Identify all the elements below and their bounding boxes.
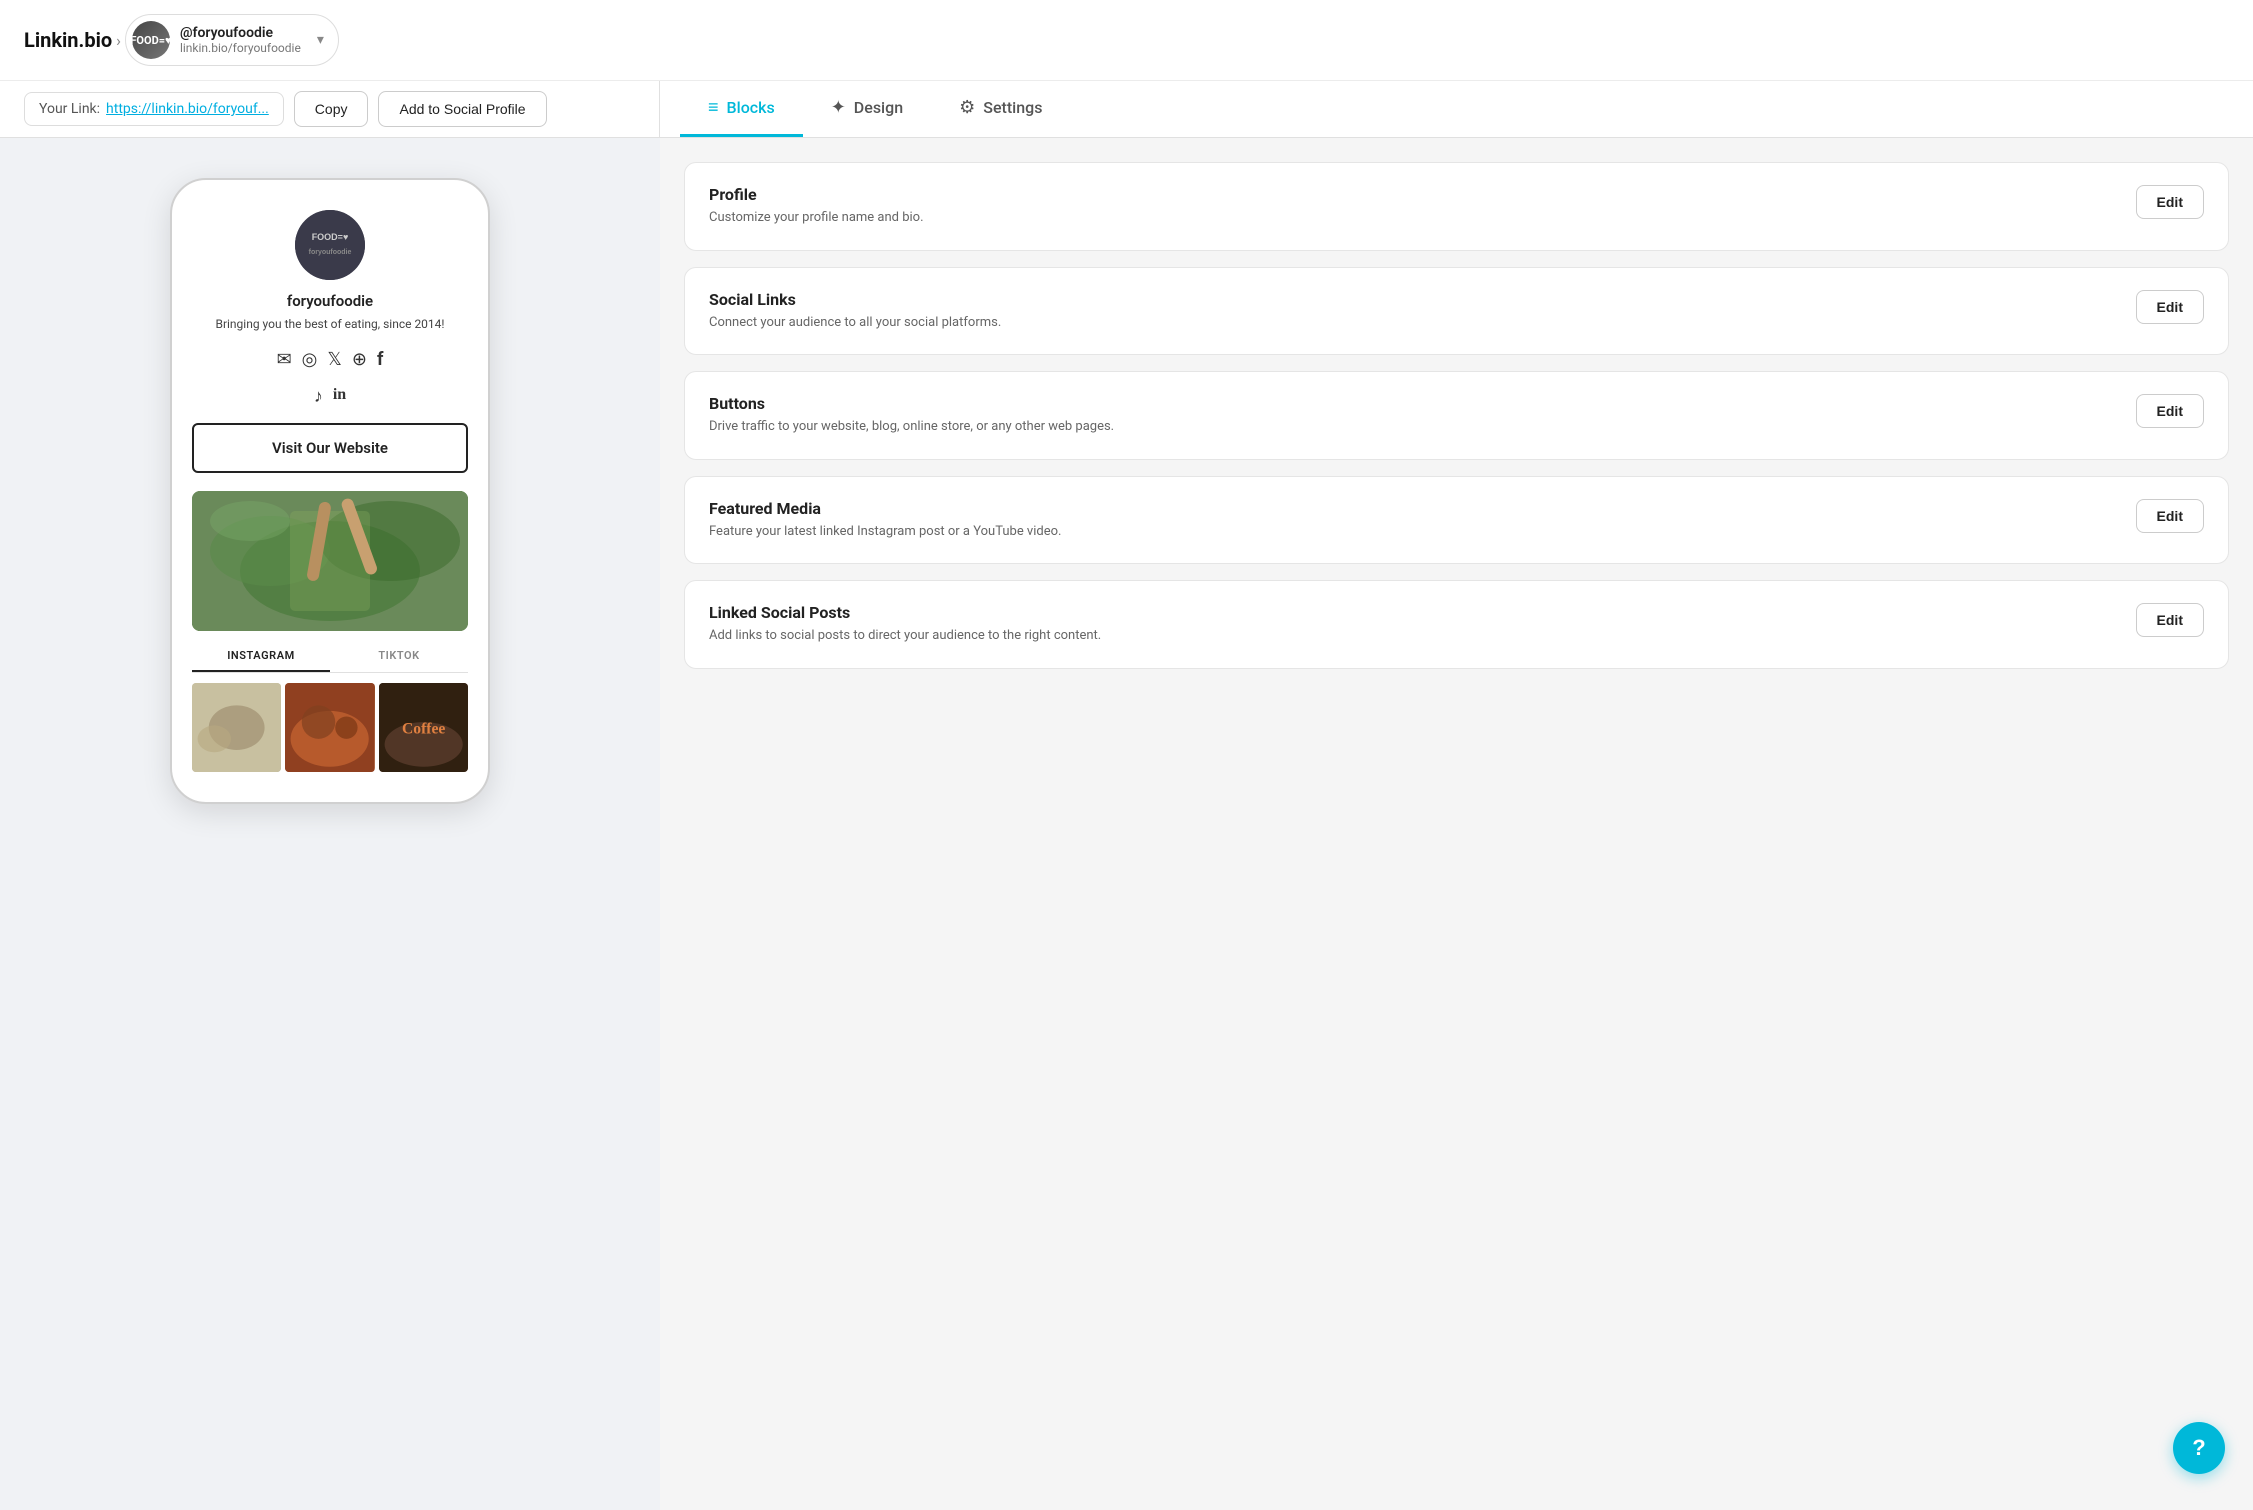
block-desc-profile: Customize your profile name and bio. [709,208,2116,228]
edit-button-profile[interactable]: Edit [2136,185,2204,219]
settings-icon: ⚙ [959,97,975,118]
link-url[interactable]: https://linkin.bio/foryouf... [106,101,269,117]
instagram-social-icon[interactable]: ◎ [302,349,318,370]
phone-featured-image [192,491,468,631]
add-to-social-button[interactable]: Add to Social Profile [378,91,546,127]
account-url: linkin.bio/foryoufoodie [180,41,301,55]
block-info-buttons: Buttons Drive traffic to your website, b… [709,394,2116,437]
pinterest-social-icon[interactable]: ⊕ [352,349,367,370]
tab-settings[interactable]: ⚙ Settings [931,81,1070,137]
account-info: @foryoufoodie linkin.bio/foryoufoodie [180,25,301,55]
phone-username: foryoufoodie [192,292,468,310]
block-info-featured-media: Featured Media Feature your latest linke… [709,499,2116,542]
phone-image-grid: Coffee [192,683,468,772]
dropdown-icon: ▾ [317,32,324,48]
account-switcher[interactable]: FOOD=♥ @foryoufoodie linkin.bio/foryoufo… [125,14,339,66]
linkedin-social-icon[interactable]: in [333,386,346,407]
main-layout: FOOD=♥ foryoufoodie foryoufoodie Bringin… [0,138,2253,1510]
block-card-social-links: Social Links Connect your audience to al… [684,267,2229,356]
block-title-linked-social-posts: Linked Social Posts [709,603,2116,622]
block-title-profile: Profile [709,185,2116,204]
top-nav: Linkin.bio › FOOD=♥ @foryoufoodie linkin… [0,0,2253,81]
grid-item-3: Coffee [379,683,468,772]
profile-avatar: FOOD=♥ foryoufoodie [295,210,365,280]
social-icons-row-2: ♪ in [192,386,468,407]
tab-settings-label: Settings [983,98,1042,117]
block-desc-buttons: Drive traffic to your website, blog, onl… [709,417,2116,437]
avatar: FOOD=♥ [132,21,170,59]
blocks-icon: ≡ [708,97,719,118]
phone-mockup: FOOD=♥ foryoufoodie foryoufoodie Bringin… [170,178,490,804]
link-section: Your Link: https://linkin.bio/foryouf...… [0,81,660,137]
tabs-section: ≡ Blocks ✦ Design ⚙ Settings [660,81,2253,137]
link-display: Your Link: https://linkin.bio/foryouf... [24,92,284,126]
block-card-linked-social-posts: Linked Social Posts Add links to social … [684,580,2229,669]
phone-content-tabs: INSTAGRAM TIKTOK [192,641,468,673]
phone-preview-panel: FOOD=♥ foryoufoodie foryoufoodie Bringin… [0,138,660,1510]
edit-button-featured-media[interactable]: Edit [2136,499,2204,533]
block-info-social-links: Social Links Connect your audience to al… [709,290,2116,333]
block-title-buttons: Buttons [709,394,2116,413]
copy-button[interactable]: Copy [294,91,369,127]
svg-text:foryoufoodie: foryoufoodie [309,249,352,256]
email-social-icon[interactable]: ✉ [277,349,292,370]
block-title-social-links: Social Links [709,290,2116,309]
tab-blocks-label: Blocks [727,98,775,117]
account-handle: @foryoufoodie [180,25,301,41]
grid-item-2 [285,683,374,772]
avatar-label: FOOD=♥ [132,21,170,59]
brand-logo: Linkin.bio [24,28,112,52]
edit-button-buttons[interactable]: Edit [2136,394,2204,428]
block-card-featured-media: Featured Media Feature your latest linke… [684,476,2229,565]
tab-design-label: Design [854,98,903,117]
block-card-profile: Profile Customize your profile name and … [684,162,2229,251]
help-button[interactable]: ? [2173,1422,2225,1474]
design-icon: ✦ [831,97,846,118]
block-info-linked-social-posts: Linked Social Posts Add links to social … [709,603,2116,646]
tiktok-social-icon[interactable]: ♪ [314,386,323,407]
social-icons-row: ✉ ◎ 𝕏 ⊕ f [192,349,468,370]
edit-button-social-links[interactable]: Edit [2136,290,2204,324]
phone-bio: Bringing you the best of eating, since 2… [192,316,468,333]
phone-tab-instagram[interactable]: INSTAGRAM [192,641,330,672]
phone-cta-button[interactable]: Visit Our Website [192,423,468,473]
twitter-social-icon[interactable]: 𝕏 [327,349,342,370]
tab-blocks[interactable]: ≡ Blocks [680,81,803,137]
block-desc-featured-media: Feature your latest linked Instagram pos… [709,522,2116,542]
link-label: Your Link: [39,101,100,117]
link-and-tabs-bar: Your Link: https://linkin.bio/foryouf...… [0,81,2253,138]
nav-chevron-icon: › [116,31,121,50]
svg-text:FOOD=♥: FOOD=♥ [312,232,349,242]
phone-tab-tiktok[interactable]: TIKTOK [330,641,468,672]
svg-text:Coffee: Coffee [402,720,445,737]
facebook-social-icon[interactable]: f [377,349,383,370]
block-desc-linked-social-posts: Add links to social posts to direct your… [709,626,2116,646]
blocks-panel: Profile Customize your profile name and … [660,138,2253,1510]
grid-item-1 [192,683,281,772]
block-desc-social-links: Connect your audience to all your social… [709,313,2116,333]
block-title-featured-media: Featured Media [709,499,2116,518]
edit-button-linked-social-posts[interactable]: Edit [2136,603,2204,637]
block-info-profile: Profile Customize your profile name and … [709,185,2116,228]
tab-design[interactable]: ✦ Design [803,81,931,137]
block-card-buttons: Buttons Drive traffic to your website, b… [684,371,2229,460]
